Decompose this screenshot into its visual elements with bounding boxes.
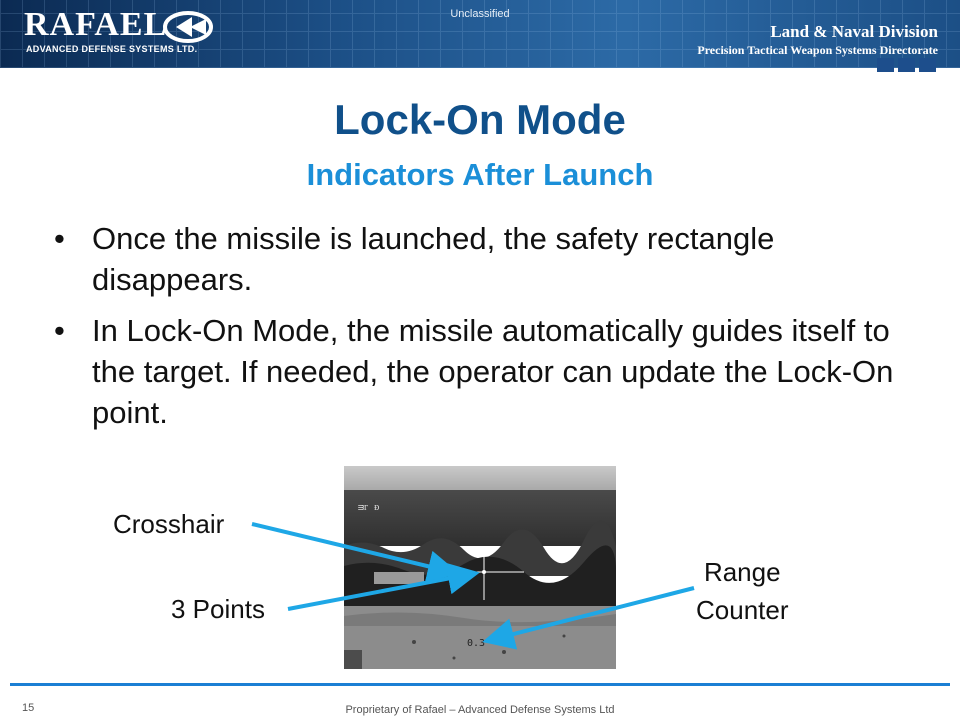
range-counter-arrow xyxy=(482,586,695,650)
crosshair-arrow xyxy=(251,522,460,582)
callout-arrows xyxy=(251,522,695,650)
footer-proprietary-text: Proprietary of Rafael – Advanced Defense… xyxy=(345,704,615,716)
three-points-arrow xyxy=(287,562,480,611)
footer-divider xyxy=(10,683,950,686)
